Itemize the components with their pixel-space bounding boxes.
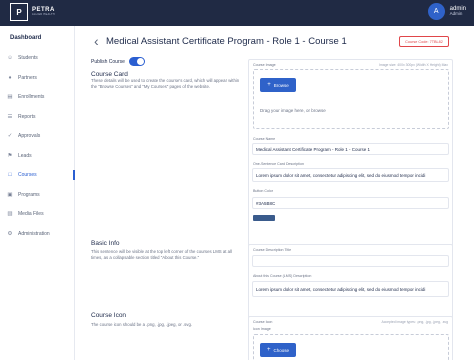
logo[interactable]: P PETRA ALLIED HEALTH xyxy=(10,3,55,21)
course-icon-panel: Course Icon Accepted image types: .png, … xyxy=(248,316,453,360)
description-title-label: Course Description Title xyxy=(253,248,292,252)
icon-image-label: Icon Image xyxy=(253,327,271,331)
user-menu[interactable]: A admin Admin xyxy=(427,3,466,20)
course-card-panel: Course Image Image size: 400x 300px (Wid… xyxy=(248,59,453,254)
publish-course: Publish Course xyxy=(91,57,145,66)
course-icon-description: The course icon should be a .png, .jpg, … xyxy=(91,322,193,327)
user-role: Admin xyxy=(449,11,463,17)
sidebar-item-label: Leads xyxy=(18,152,32,159)
toggle-knob xyxy=(136,58,144,65)
course-icon-hint: Accepted image types: .png, .jpg, .jpeg,… xyxy=(381,320,448,324)
image-dropzone[interactable]: + Browse Drag your image here, or browse xyxy=(253,69,449,129)
course-card-title: Course Card xyxy=(91,71,128,78)
basic-info-panel: Course Description Title About this Cour… xyxy=(248,244,453,324)
course-code-badge: Course Code: 7TBL82 xyxy=(399,36,449,47)
enrollments-icon: ▤ xyxy=(7,94,13,100)
course-name-input[interactable]: Medical Assistant Certificate Program - … xyxy=(252,143,449,155)
course-icon-title: Course Icon xyxy=(91,312,127,319)
sidebar-item-label: Partners xyxy=(18,74,37,81)
students-icon: ☺ xyxy=(7,55,13,61)
basic-info-title: Basic Info xyxy=(91,240,120,247)
sidebar-item-programs[interactable]: ▣ Programs xyxy=(6,189,75,201)
sidebar-item-label: Programs xyxy=(18,191,40,198)
sidebar-item-label: Media Files xyxy=(18,211,44,217)
course-card-description: These details will be used to create the… xyxy=(91,78,240,90)
description-title-input[interactable] xyxy=(252,255,449,267)
leads-icon: ⚑ xyxy=(7,152,13,159)
sidebar-item-label: Enrollments xyxy=(18,94,45,100)
sidebar-title[interactable]: Dashboard xyxy=(10,35,41,41)
about-description-input[interactable]: Lorem ipsum dolor sit amet, consectetur … xyxy=(252,281,449,297)
course-image-label: Course Image xyxy=(253,63,276,67)
button-color-label: Button Color xyxy=(253,189,273,193)
sidebar-item-students[interactable]: ☺ Students xyxy=(6,52,75,64)
drag-text: Drag your image here, or browse xyxy=(260,108,326,113)
sidebar-item-administration[interactable]: ⚙ Administration xyxy=(6,228,75,240)
sidebar: Dashboard ☺ Students ♦ Partners ▤ Enrollments… xyxy=(0,26,75,360)
color-swatch[interactable] xyxy=(253,215,275,221)
course-name-label: Course Name xyxy=(253,137,276,141)
short-description-label: One-Sentence Card Description xyxy=(253,162,304,166)
top-bar: P PETRA ALLIED HEALTH A admin Admin xyxy=(0,0,474,26)
publish-toggle[interactable] xyxy=(128,57,145,66)
back-chevron-icon[interactable]: ‹ xyxy=(94,34,99,48)
sidebar-item-approvals[interactable]: ✓ Approvals xyxy=(6,130,75,142)
programs-icon: ▣ xyxy=(7,191,13,198)
sidebar-item-label: Administration xyxy=(18,230,50,237)
avatar[interactable]: A xyxy=(427,3,445,20)
sidebar-item-label: Students xyxy=(18,55,38,61)
icon-dropzone[interactable]: + Choose xyxy=(253,334,449,360)
browse-label: Browse xyxy=(273,82,289,88)
sidebar-item-partners[interactable]: ♦ Partners xyxy=(6,72,75,84)
media-icon: ▧ xyxy=(7,211,13,217)
sidebar-item-leads[interactable]: ⚑ Leads xyxy=(6,150,75,162)
browse-button[interactable]: + Browse xyxy=(260,78,296,92)
logo-subtitle: ALLIED HEALTH xyxy=(32,13,55,17)
sidebar-item-media-files[interactable]: ▧ Media Files xyxy=(6,208,75,220)
sidebar-item-label: Approvals xyxy=(18,133,41,139)
sidebar-item-label: Reports xyxy=(18,113,36,120)
choose-button[interactable]: + Choose xyxy=(260,343,296,357)
sidebar-item-label: Courses xyxy=(18,172,37,178)
page-title: Medical Assistant Certificate Program - … xyxy=(106,36,347,47)
main-content: ‹ Medical Assistant Certificate Program … xyxy=(76,26,474,360)
reports-icon: ☰ xyxy=(7,113,13,120)
courses-icon: □ xyxy=(8,172,12,178)
sidebar-item-enrollments[interactable]: ▤ Enrollments xyxy=(6,91,75,103)
about-description-label: About this Course (LMS) Description xyxy=(253,274,312,278)
choose-label: Choose xyxy=(273,347,290,353)
sidebar-item-reports[interactable]: ☰ Reports xyxy=(6,111,75,123)
basic-info-description: This sentence will be visible at the top… xyxy=(91,249,232,261)
sidebar-item-courses[interactable]: □ Courses xyxy=(6,169,75,181)
partners-icon: ♦ xyxy=(8,74,12,81)
course-image-hint: Image size: 400x 300px (Width X Height) … xyxy=(379,63,448,67)
short-description-input[interactable]: Lorem ipsum dolor sit amet, consectetur … xyxy=(252,168,449,182)
admin-icon: ⚙ xyxy=(7,230,13,237)
logo-mark: P xyxy=(10,3,28,21)
plus-icon: + xyxy=(266,347,271,353)
plus-icon: + xyxy=(267,82,271,88)
publish-label: Publish Course xyxy=(91,58,125,65)
button-color-input[interactable]: #3A5B8C xyxy=(252,197,449,209)
course-icon-label: Course Icon xyxy=(253,320,273,324)
approvals-icon: ✓ xyxy=(7,133,13,139)
